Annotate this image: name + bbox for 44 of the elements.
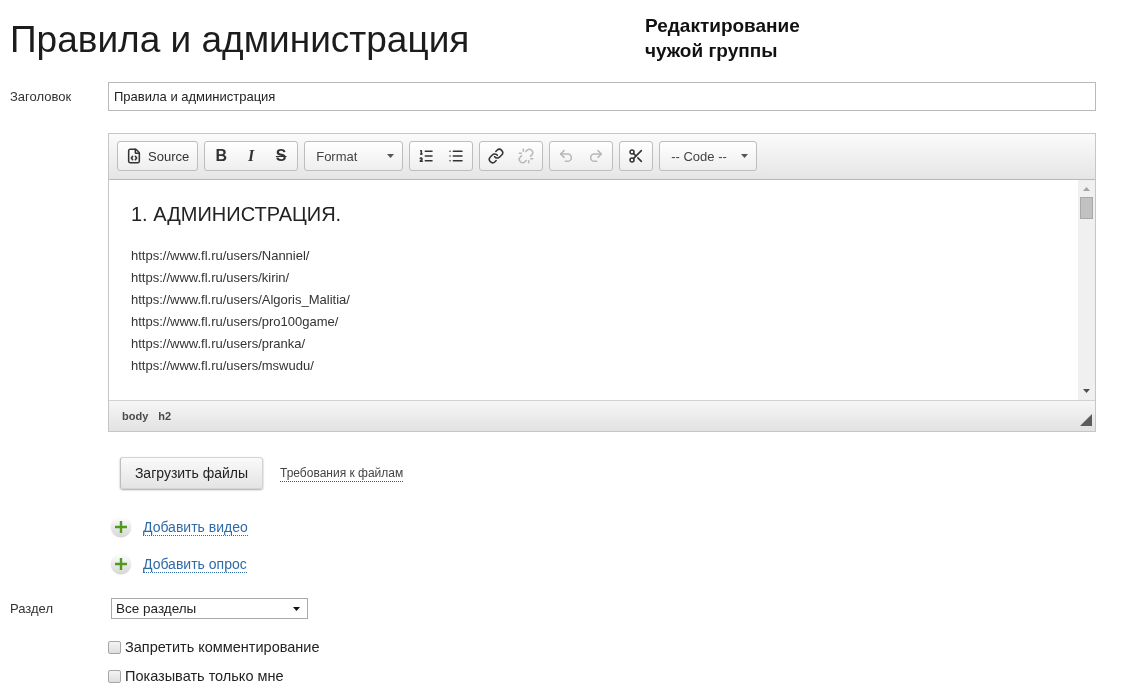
- link-icon: [488, 148, 505, 164]
- caret-icon: [293, 606, 300, 611]
- add-link[interactable]: Добавить опрос: [143, 555, 247, 573]
- checkbox[interactable]: [108, 640, 121, 654]
- content-line: https://www.fl.ru/users/Nanniel/: [131, 247, 310, 265]
- upload-button[interactable]: Загрузить файлы: [120, 457, 263, 489]
- checkbox-label: Запретить комментирование: [125, 639, 320, 655]
- content-line: https://www.fl.ru/users/mswudu/: [131, 357, 314, 375]
- bold-button[interactable]: B: [206, 142, 237, 170]
- caret-icon: [741, 154, 749, 158]
- resize-grip-icon[interactable]: [1080, 414, 1092, 426]
- scissors-icon: [628, 148, 645, 164]
- content-line: https://www.fl.ru/users/pranka/: [131, 335, 306, 353]
- title-input[interactable]: Правила и администрация: [108, 82, 1096, 111]
- italic-button[interactable]: I: [236, 142, 267, 170]
- add-link[interactable]: Добавить видео: [143, 518, 248, 536]
- numbered-list-icon: [418, 148, 435, 164]
- content-heading: 1. АДМИНИСТРАЦИЯ.: [131, 202, 342, 227]
- code-dropdown[interactable]: -- Code --: [659, 141, 758, 171]
- caret-icon: [387, 154, 395, 158]
- page-subtitle: Редактирование чужой группы: [645, 14, 801, 63]
- content-line: https://www.fl.ru/users/Algoris_Malitia/: [131, 291, 350, 309]
- code-document-icon: [126, 148, 142, 164]
- undo-icon: [558, 148, 575, 164]
- field-label: Раздел: [10, 601, 53, 616]
- source-button[interactable]: Source: [119, 142, 197, 170]
- element-path-item[interactable]: body: [118, 408, 153, 424]
- field-label: Заголовок: [10, 89, 72, 104]
- format-dropdown[interactable]: Format: [304, 141, 404, 171]
- strikethrough-button[interactable]: S: [266, 142, 297, 170]
- checkbox[interactable]: [108, 669, 121, 683]
- redo-icon: [588, 148, 605, 164]
- bulleted-list-icon: [448, 148, 465, 164]
- content-line: https://www.fl.ru/users/pro100game/: [131, 313, 339, 331]
- plus-icon[interactable]: [110, 553, 132, 575]
- scrollbar[interactable]: [1078, 180, 1095, 400]
- content-line: https://www.fl.ru/users/kirin/: [131, 269, 290, 287]
- page-title: Правила и администрация: [10, 18, 470, 61]
- unlink-icon: [518, 148, 535, 164]
- section-select[interactable]: Все разделы: [111, 598, 308, 619]
- plus-icon[interactable]: [110, 516, 132, 538]
- element-path-item[interactable]: h2: [154, 408, 176, 424]
- checkbox-label: Показывать только мне: [125, 668, 284, 684]
- file-requirements-link[interactable]: Требования к файлам: [280, 464, 404, 482]
